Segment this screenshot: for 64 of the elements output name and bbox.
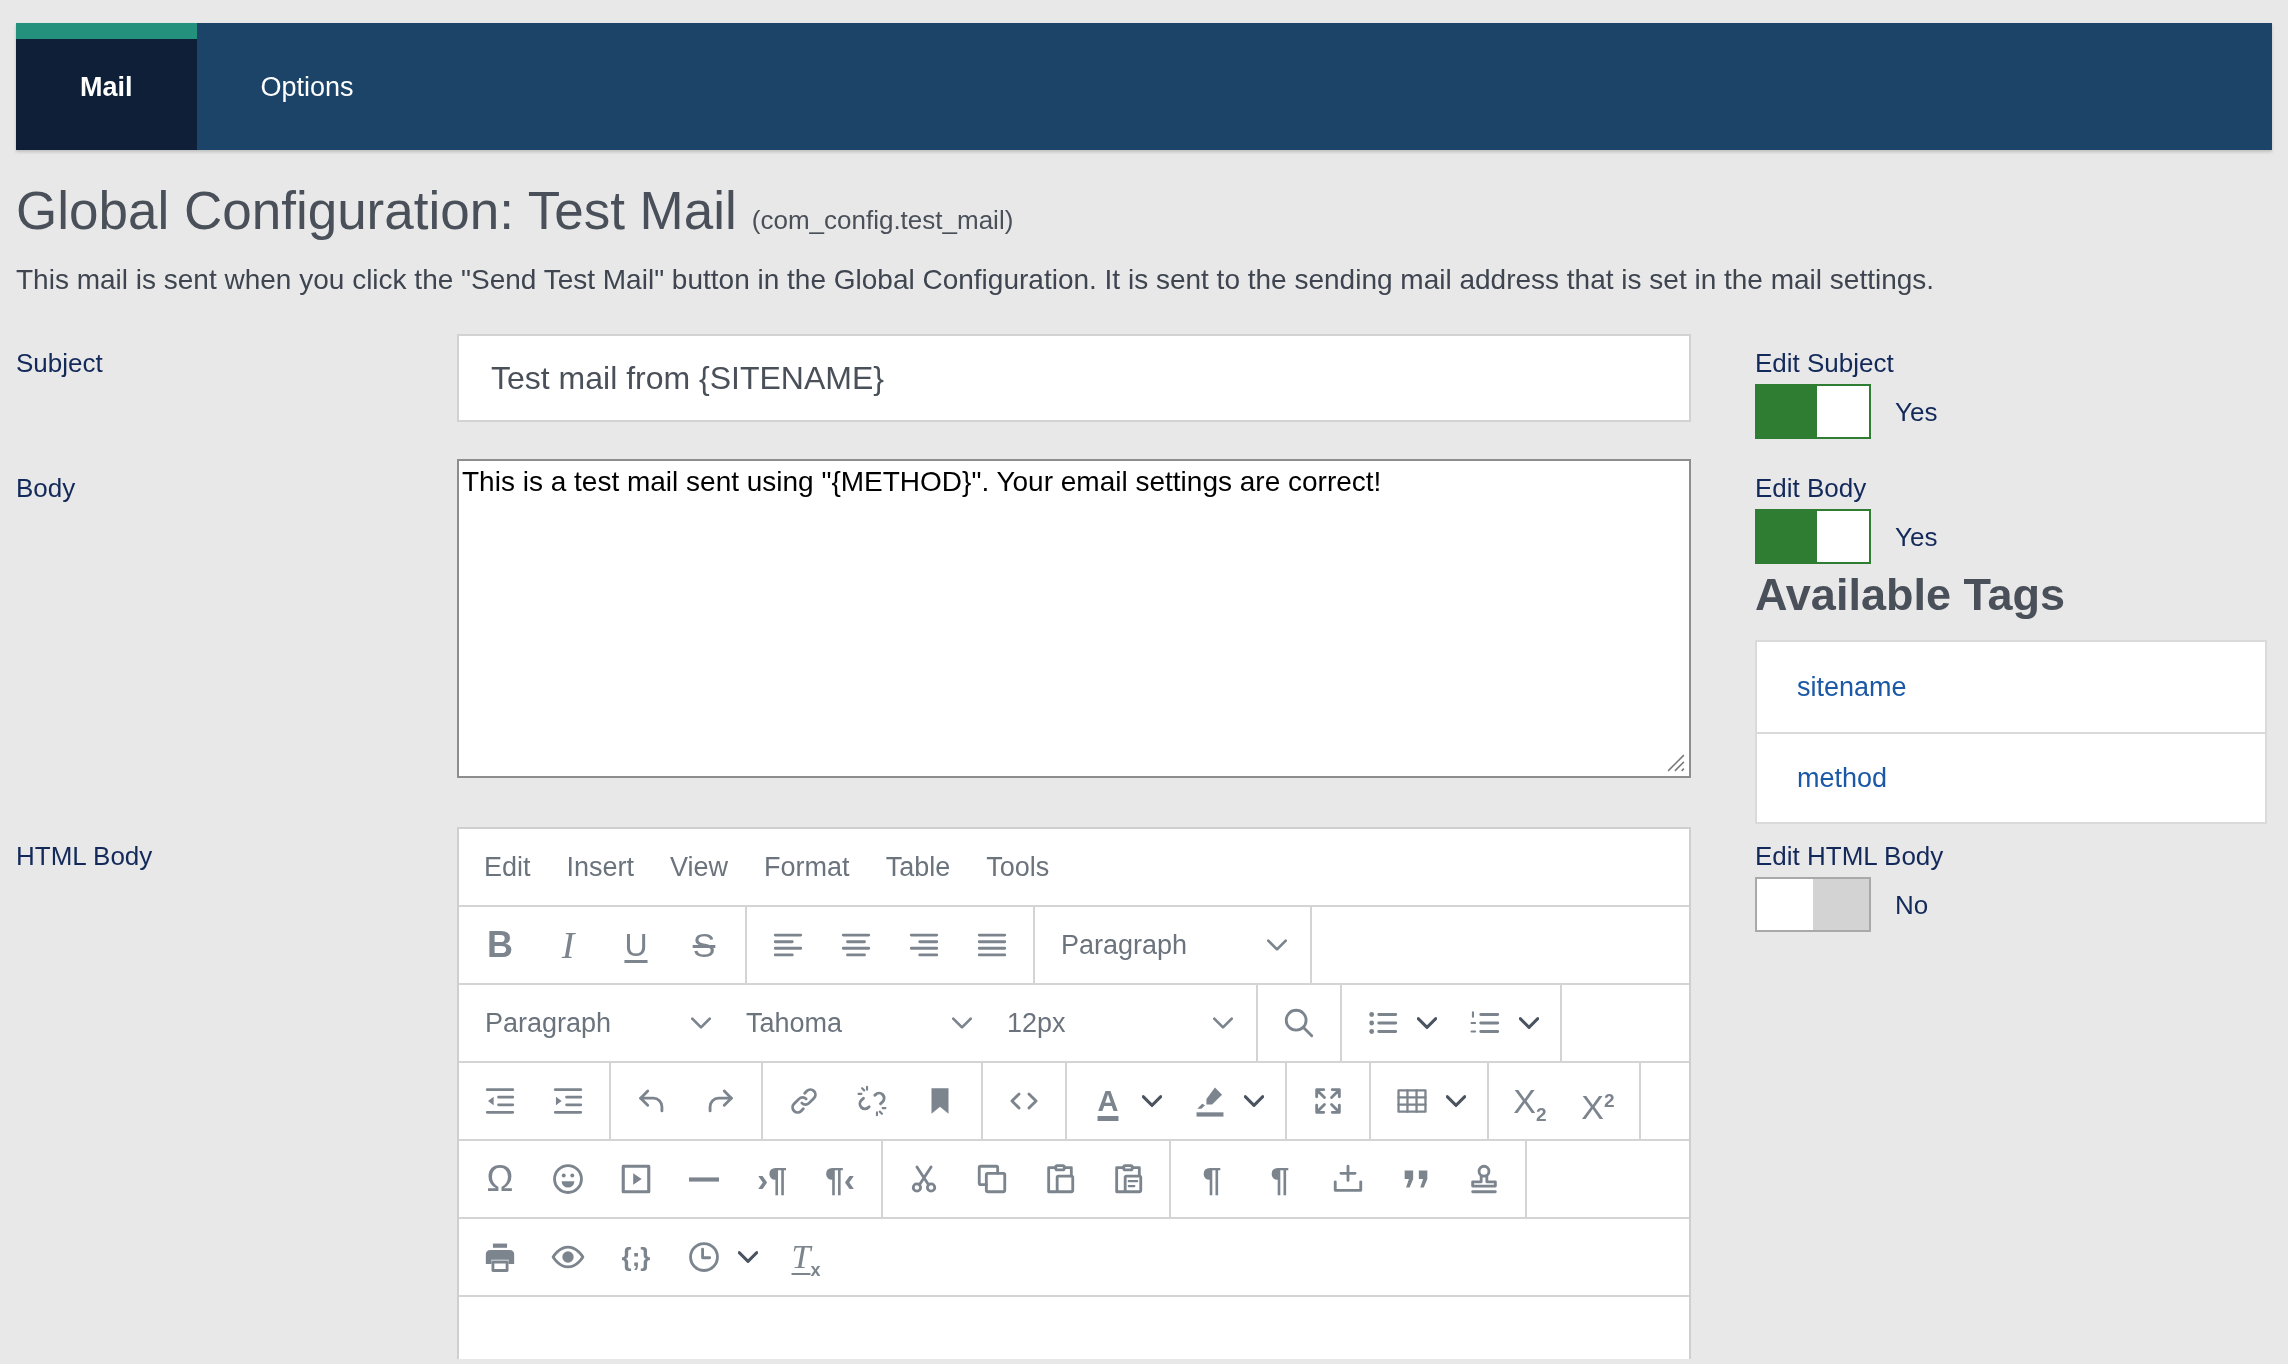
switch-state-label: No (1895, 889, 1929, 920)
chevron-down-icon (1267, 939, 1287, 951)
toggle-switch[interactable] (1755, 877, 1871, 932)
chevron-down-icon (1213, 1017, 1233, 1029)
horizontal-line-icon (687, 1176, 721, 1182)
resize-handle-icon[interactable] (1667, 754, 1685, 772)
broken-link-icon (855, 1084, 889, 1118)
menu-item[interactable]: Tools (968, 847, 1068, 887)
clock-icon (687, 1240, 721, 1274)
right-to-left-button[interactable]: ¶‹ (806, 1149, 874, 1209)
chevron-down-icon (738, 1251, 758, 1263)
page-description: This mail is sent when you click the "Send Test Mail" button in the Global Configuration. It is sent to the sending mail address that is set in the mail settings. (16, 263, 1936, 297)
tab[interactable]: Options (196, 23, 418, 150)
menu-item[interactable]: Format (746, 847, 868, 887)
switch-label: Edit Subject (1755, 348, 1894, 378)
chevron-down-icon (691, 1017, 711, 1029)
switch-state-label: Yes (1895, 396, 1938, 427)
special-character-button[interactable]: Ω (466, 1149, 534, 1209)
field-label: Body (16, 473, 76, 503)
play-icon (619, 1162, 653, 1196)
chevron-down-icon (1244, 1095, 1264, 1107)
switch-state-label: Yes (1895, 521, 1938, 552)
chevron-down-icon (1446, 1095, 1466, 1107)
field-label: Subject (16, 348, 103, 378)
text-color-button[interactable]: A (1074, 1071, 1142, 1131)
menu-item[interactable]: View (652, 847, 747, 887)
subscript-button[interactable]: X$_{2}$ (1496, 1071, 1564, 1131)
tags-heading: Available Tags (1755, 569, 2066, 621)
text-input[interactable]: Test mail from {SITENAME} (457, 334, 1691, 422)
code-sample-button[interactable]: {;} (602, 1227, 670, 1287)
field-label: HTML Body (16, 841, 153, 871)
show-invisibles-button[interactable]: ¶ (1246, 1149, 1314, 1209)
tag-link[interactable]: sitename (1757, 642, 2265, 732)
left-to-right-button[interactable]: ›¶ (738, 1149, 806, 1209)
search-icon (1282, 1006, 1316, 1040)
menu-item[interactable]: Edit (466, 847, 549, 887)
component-key: (com_config.test_mail) (751, 205, 1014, 236)
italic-button[interactable]: I (534, 915, 602, 975)
menu-item[interactable]: Table (867, 847, 969, 887)
switch-label: Edit Body (1755, 473, 1867, 503)
show-blocks-button[interactable]: ¶ (1178, 1149, 1246, 1209)
tag-link[interactable]: method (1757, 732, 2265, 822)
copy-icon (975, 1162, 1009, 1196)
page-title: Global Configuration: Test Mail (16, 180, 737, 242)
smiley-icon (551, 1162, 585, 1196)
tab[interactable]: Mail (16, 23, 197, 150)
text-area[interactable]: This is a test mail sent using "{METHOD}". Your email settings are correct! (457, 459, 1691, 778)
strikethrough-button[interactable]: S (670, 915, 738, 975)
bold-button[interactable]: B (466, 915, 534, 975)
font-family-dropdown[interactable]: Tahoma (727, 993, 988, 1053)
toggle-switch[interactable] (1755, 509, 1871, 564)
menu-item[interactable]: Insert (548, 847, 653, 887)
chevron-down-icon (1142, 1095, 1162, 1107)
switch-label: Edit HTML Body (1755, 841, 1944, 871)
toggle-switch[interactable] (1755, 384, 1871, 439)
font-size-dropdown[interactable]: 12px (988, 993, 1249, 1053)
superscript-button[interactable]: X$^{2}$ (1564, 1071, 1632, 1131)
underline-button[interactable]: U (602, 915, 670, 975)
clear-formatting-button[interactable]: T$_{x}$ (772, 1227, 840, 1287)
block-format-dropdown[interactable]: Paragraph (466, 993, 727, 1053)
chevron-down-icon (1417, 1017, 1437, 1029)
chevron-down-icon (1519, 1017, 1539, 1029)
chevron-down-icon (952, 1017, 972, 1029)
styles-dropdown[interactable]: Paragraph (1042, 915, 1303, 975)
